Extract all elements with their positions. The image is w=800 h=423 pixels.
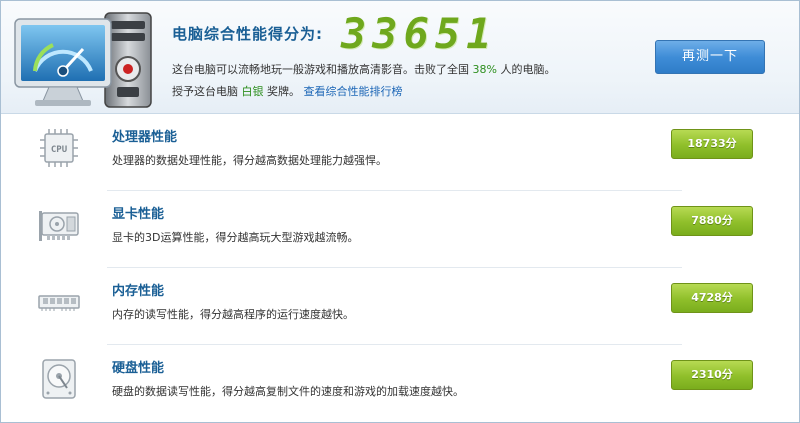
row-description: 硬盘的数据读写性能，得分越高复制文件的速度和游戏的加载速度越快。 (112, 385, 464, 398)
beat-percent: 38% (472, 63, 497, 76)
hard-disk-icon (42, 359, 76, 399)
award-suffix: 奖牌。 (267, 85, 300, 98)
benchmark-monitor-icon (14, 12, 152, 108)
row-score-badge: 18733分 (671, 129, 753, 159)
benchmark-panel: 电脑综合性能得分为: 33651 这台电脑可以流畅地玩一般游戏和播放高清影音。击… (0, 0, 800, 423)
description-text: 这台电脑可以流畅地玩一般游戏和播放高清影音。击败了全国 (172, 63, 469, 76)
row-description: 内存的读写性能，得分越高程序的运行速度越快。 (112, 308, 354, 321)
row-title: 处理器性能 (112, 130, 178, 145)
score-description: 这台电脑可以流畅地玩一般游戏和播放高清影音。击败了全国 38% 人的电脑。 (172, 61, 555, 77)
memory-performance-row: 内存性能 内存的读写性能，得分越高程序的运行速度越快。 4728分 (1, 268, 799, 345)
cpu-performance-row: CPU 处理器性能 处理器的数据处理性能，得分越高数据处理能力越强悍。 1873… (1, 114, 799, 191)
total-score: 33651 (341, 9, 498, 58)
retest-button[interactable]: 再测一下 (655, 40, 765, 74)
memory-icon (38, 295, 80, 311)
award-level: 白银 (241, 85, 264, 98)
row-description: 处理器的数据处理性能，得分越高数据处理能力越强悍。 (112, 154, 387, 167)
cpu-icon: CPU (40, 129, 78, 167)
row-title: 硬盘性能 (112, 361, 165, 376)
disk-performance-row: 硬盘性能 硬盘的数据读写性能，得分越高复制文件的速度和游戏的加载速度越快。 23… (1, 345, 799, 422)
score-header: 电脑综合性能得分为: 33651 这台电脑可以流畅地玩一般游戏和播放高清影音。击… (1, 1, 799, 114)
row-score-badge: 4728分 (671, 283, 753, 313)
row-score-badge: 7880分 (671, 206, 753, 236)
description-suffix: 人的电脑。 (500, 63, 556, 76)
award-line: 授予这台电脑 白银 奖牌。 查看综合性能排行榜 (172, 83, 403, 99)
graphics-performance-row: 显卡性能 显卡的3D运算性能，得分越高玩大型游戏越流畅。 7880分 (1, 191, 799, 268)
row-score-badge: 2310分 (671, 360, 753, 390)
row-title: 内存性能 (112, 284, 165, 299)
score-title: 电脑综合性能得分为: (172, 25, 323, 43)
row-description: 显卡的3D运算性能，得分越高玩大型游戏越流畅。 (112, 231, 359, 244)
graphics-card-icon (39, 211, 79, 241)
award-prefix: 授予这台电脑 (172, 85, 238, 98)
row-title: 显卡性能 (112, 207, 165, 222)
ranking-link[interactable]: 查看综合性能排行榜 (304, 85, 403, 98)
svg-text:CPU: CPU (51, 145, 67, 155)
